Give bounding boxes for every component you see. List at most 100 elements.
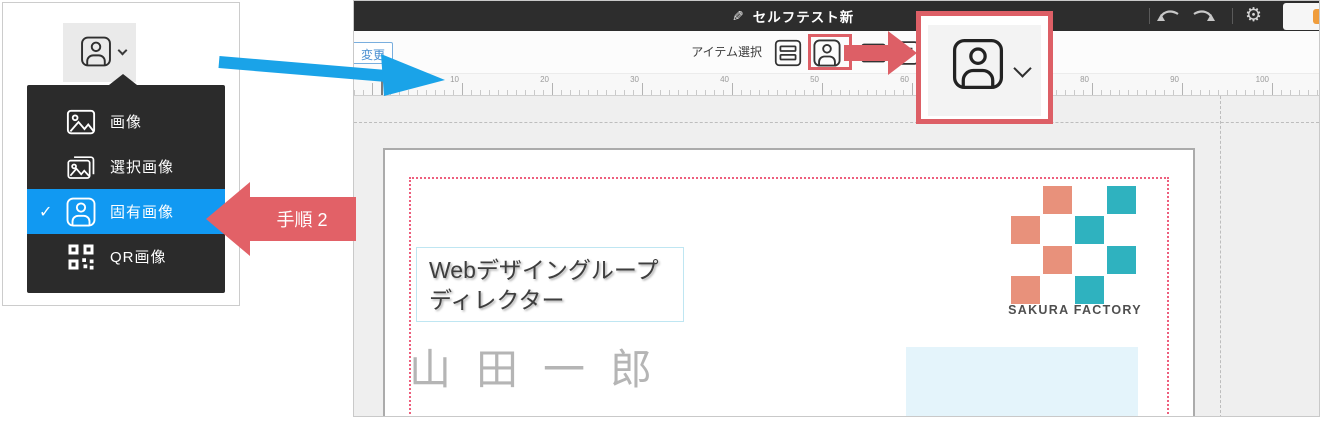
- titlebar: ✎ セルフテスト新 ⚙: [354, 1, 1319, 31]
- menu-item-image[interactable]: 画像: [27, 99, 225, 144]
- ruler-tick: [1182, 83, 1183, 95]
- ruler-tick: [1173, 90, 1174, 95]
- undo-button[interactable]: [1156, 5, 1186, 27]
- ruler-number: 40: [720, 75, 729, 84]
- image-type-menu: 画像 選択画像 ✓ 固有画像 QR画像: [27, 85, 225, 293]
- role-line2: ディレクター: [429, 287, 565, 313]
- guide-line-vertical: [1220, 96, 1221, 416]
- ruler-tick: [471, 90, 472, 95]
- image-icon: [66, 107, 96, 137]
- ruler-tick: [678, 90, 679, 95]
- ruler-tick: [624, 90, 625, 95]
- titlebar-divider: [1149, 8, 1150, 24]
- redo-button[interactable]: [1190, 5, 1220, 27]
- ruler-tick: [669, 90, 670, 95]
- ruler-tick: [1137, 90, 1138, 95]
- ruler-tick: [867, 90, 868, 95]
- ruler-tick: [723, 90, 724, 95]
- ruler-tick: [1101, 90, 1102, 95]
- ruler-tick: [696, 90, 697, 95]
- ruler-number: 80: [1080, 75, 1089, 84]
- ruler-tick: [498, 90, 499, 95]
- menu-item-unique-image[interactable]: ✓ 固有画像: [27, 189, 225, 234]
- ruler-tick: [1074, 90, 1075, 95]
- dropdown-caret: [109, 74, 137, 85]
- logo-square: [1043, 186, 1072, 214]
- text-item-button[interactable]: [774, 39, 802, 67]
- ruler-tick: [1146, 90, 1147, 95]
- ruler-tick: [876, 90, 877, 95]
- ruler-tick: [1218, 90, 1219, 95]
- ruler-tick: [885, 90, 886, 95]
- ruler-tick: [894, 90, 895, 95]
- ruler-tick: [1245, 90, 1246, 95]
- ruler-tick: [1290, 90, 1291, 95]
- ruler-tick: [462, 83, 463, 95]
- item-select-label: アイテム選択: [691, 45, 762, 59]
- ruler-tick: [561, 90, 562, 95]
- role-text-box[interactable]: Webデザイングループ ディレクター: [416, 247, 684, 322]
- canvas-workspace[interactable]: Webデザイングループ ディレクター 山田一郎 SAKURA FACTORY: [354, 96, 1319, 416]
- ruler-tick: [813, 90, 814, 95]
- name-text[interactable]: 山田一郎: [409, 336, 677, 397]
- menu-item-label: 画像: [110, 114, 143, 131]
- ruler-number: 90: [1170, 75, 1179, 84]
- logo-square: [1043, 246, 1072, 274]
- logo-square: [1011, 216, 1040, 244]
- ruler-tick: [489, 90, 490, 95]
- ruler-tick: [795, 90, 796, 95]
- guide-line-horizontal: [354, 122, 1319, 123]
- ruler-tick: [1209, 90, 1210, 95]
- ruler-tick: [1227, 90, 1228, 95]
- ruler-tick: [1128, 90, 1129, 95]
- ruler-tick: [660, 90, 661, 95]
- ruler-tick: [912, 83, 913, 95]
- ruler-tick: [1254, 90, 1255, 95]
- ruler-tick: [768, 90, 769, 95]
- menu-item-label: 固有画像: [110, 204, 175, 221]
- menu-item-qr-image[interactable]: QR画像: [27, 234, 225, 279]
- ruler-tick: [741, 90, 742, 95]
- logo-grid: [1011, 186, 1141, 308]
- business-card-canvas[interactable]: Webデザイングループ ディレクター 山田一郎 SAKURA FACTORY: [383, 148, 1195, 416]
- ruler-tick: [1092, 83, 1093, 95]
- edit-pencil-icon: ✎: [732, 7, 744, 24]
- ruler-tick: [831, 90, 832, 95]
- address-placeholder-area[interactable]: [906, 347, 1138, 416]
- person-image-icon: [66, 197, 96, 227]
- ruler-tick: [588, 90, 589, 95]
- ruler-tick: [642, 83, 643, 95]
- ruler-tick: [480, 90, 481, 95]
- partial-button[interactable]: [1283, 3, 1319, 30]
- person-image-icon: [79, 36, 113, 67]
- ruler-tick: [903, 90, 904, 95]
- logo-square: [1011, 276, 1040, 304]
- ruler-tick: [1191, 90, 1192, 95]
- ruler-tick: [579, 90, 580, 95]
- ruler-tick: [1056, 90, 1057, 95]
- document-title-group[interactable]: ✎ セルフテスト新: [732, 1, 854, 31]
- blue-pointer-arrow: [218, 54, 445, 96]
- ruler-tick: [1083, 90, 1084, 95]
- ruler-tick: [1155, 90, 1156, 95]
- logo-square: [1075, 216, 1104, 244]
- ruler-tick: [714, 90, 715, 95]
- ruler-tick: [732, 83, 733, 95]
- ruler-tick: [1110, 90, 1111, 95]
- magnified-dropdown-button[interactable]: [916, 11, 1053, 124]
- dropdown-callout-panel: 画像 選択画像 ✓ 固有画像 QR画像: [2, 2, 240, 306]
- ruler-tick: [615, 90, 616, 95]
- menu-item-selected-image[interactable]: 選択画像: [27, 144, 225, 189]
- logo-square: [1107, 246, 1136, 274]
- ruler-tick: [1299, 90, 1300, 95]
- ruler-tick: [453, 90, 454, 95]
- gear-icon[interactable]: ⚙: [1245, 4, 1262, 28]
- ruler-tick: [606, 90, 607, 95]
- ruler-tick: [786, 90, 787, 95]
- menu-item-label: QR画像: [110, 249, 167, 266]
- ruler-tick: [1281, 90, 1282, 95]
- magnified-button-face: [928, 25, 1041, 116]
- ruler-tick: [1263, 90, 1264, 95]
- ruler-tick: [1317, 90, 1318, 95]
- partial-button-icon: [1313, 9, 1319, 24]
